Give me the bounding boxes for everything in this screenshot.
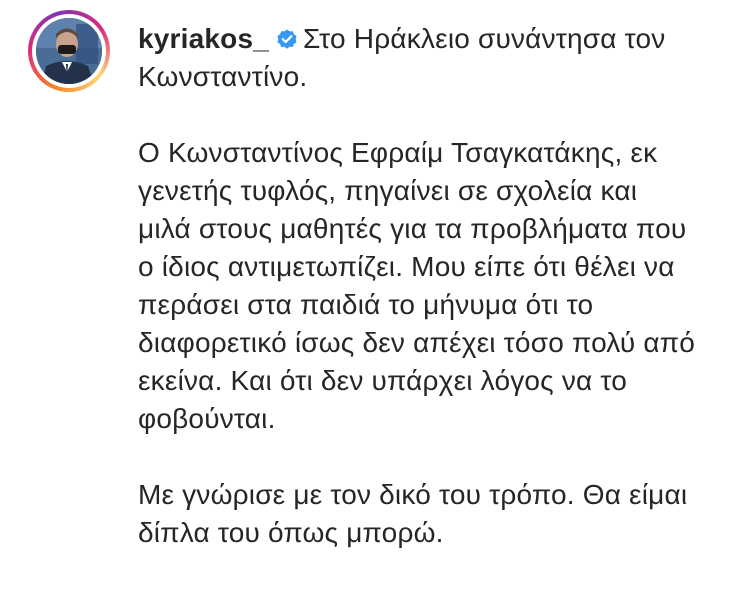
instagram-post-caption: kyriakos_ Στο Ηράκλειο συνάντησα τον Κωνσ… — [0, 0, 734, 589]
caption-paragraph-3: Με γνώρισε με τον δικό του τρόπο. Θα είμ… — [138, 479, 688, 548]
profile-photo-icon — [36, 18, 102, 84]
verified-badge-icon — [275, 27, 299, 51]
post-caption: kyriakos_ Στο Ηράκλειο συνάντησα τον Κωνσ… — [138, 20, 698, 552]
story-ring[interactable] — [28, 10, 110, 92]
username-link[interactable]: kyriakos_ — [138, 23, 269, 54]
caption-paragraph-2: Ο Κωνσταντίνος Εφραίμ Τσαγκατάκης, εκ γε… — [138, 137, 696, 434]
caption-first-line: kyriakos_ Στο Ηράκλειο συνάντησα τον Κωνσ… — [138, 20, 698, 96]
avatar[interactable] — [36, 18, 102, 84]
